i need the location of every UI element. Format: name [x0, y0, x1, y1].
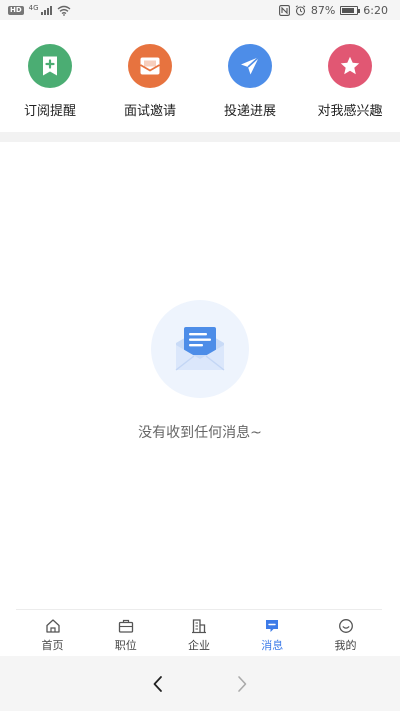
- envelope-message-icon: [151, 300, 249, 398]
- quick-action-interview-invite[interactable]: 面试邀请: [104, 44, 196, 119]
- building-icon: [192, 619, 206, 634]
- tab-label: 企业: [188, 639, 210, 652]
- paper-plane-icon: [228, 44, 272, 88]
- chevron-right-icon[interactable]: [235, 674, 249, 694]
- quick-action-label: 对我感兴趣: [317, 104, 383, 119]
- home-icon: [45, 619, 60, 633]
- tab-companies[interactable]: 企业: [163, 610, 236, 656]
- tab-profile[interactable]: 我的: [309, 610, 382, 656]
- mail-open-icon: [128, 44, 172, 88]
- quick-action-delivery-progress[interactable]: 投递进展: [204, 44, 296, 119]
- quick-actions: 订阅提醒 面试邀请 投递进展 对我感兴趣: [0, 20, 400, 132]
- bottom-tab-bar: 首页 职位 企业 消息 我的: [16, 609, 382, 656]
- tab-messages[interactable]: 消息: [236, 610, 309, 656]
- star-icon: [328, 44, 372, 88]
- chevron-left-icon[interactable]: [151, 674, 165, 694]
- status-time: 6:20: [363, 3, 388, 17]
- quick-action-interested-in-me[interactable]: 对我感兴趣: [304, 44, 396, 119]
- tab-home[interactable]: 首页: [16, 610, 89, 656]
- battery-icon: [340, 5, 361, 15]
- quick-action-label: 投递进展: [223, 104, 276, 119]
- tab-label: 职位: [114, 639, 137, 652]
- system-nav-bar: [0, 656, 400, 711]
- signal-icon: 4G: [29, 5, 52, 15]
- nfc-icon: [278, 4, 290, 16]
- alarm-icon: [295, 4, 306, 16]
- profile-icon: [338, 619, 353, 633]
- bookmark-plus-icon: [28, 44, 72, 88]
- wifi-icon: [57, 5, 71, 16]
- empty-state-text: 没有收到任何消息~: [138, 425, 262, 441]
- quick-action-subscribe-reminder[interactable]: 订阅提醒: [4, 44, 96, 119]
- hd-icon: HD: [8, 5, 24, 15]
- empty-state: 没有收到任何消息~: [0, 300, 400, 442]
- battery-percent: 87%: [310, 3, 336, 17]
- quick-action-label: 面试邀请: [123, 104, 176, 119]
- tab-jobs[interactable]: 职位: [89, 610, 162, 656]
- status-left: HD 4G: [8, 5, 71, 16]
- tab-label: 我的: [334, 639, 357, 652]
- network-type: 4G: [28, 4, 39, 12]
- briefcase-icon: [118, 619, 133, 633]
- status-right: 87% 6:20: [278, 3, 388, 17]
- quick-action-label: 订阅提醒: [23, 104, 76, 119]
- section-divider: [0, 132, 400, 142]
- status-bar: HD 4G 87% 6:20: [0, 0, 400, 20]
- tab-label: 消息: [261, 639, 284, 652]
- message-icon: [266, 620, 279, 632]
- tab-label: 首页: [41, 639, 64, 652]
